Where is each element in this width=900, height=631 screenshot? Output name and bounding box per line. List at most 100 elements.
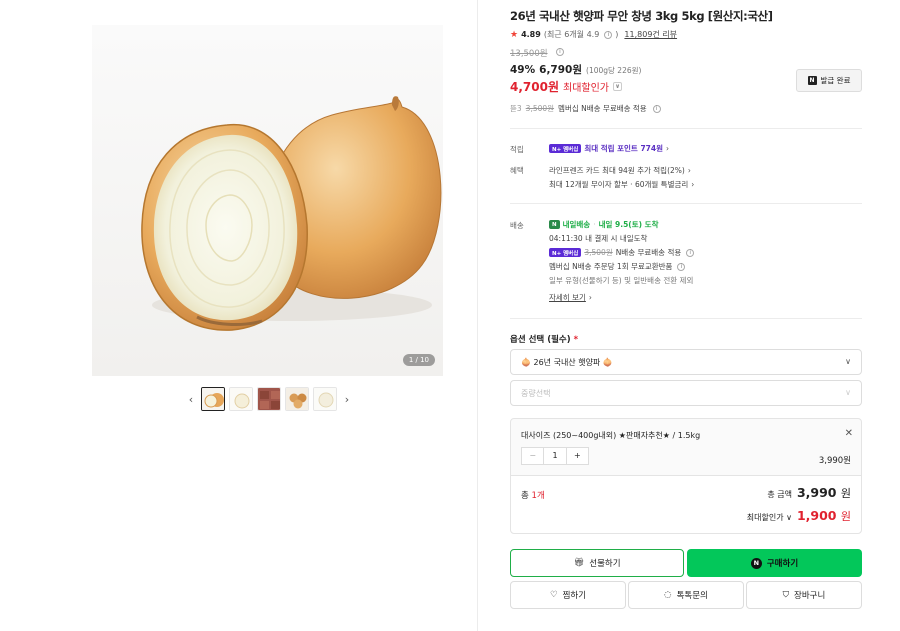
fast-delivery-text: 내일배송: [562, 220, 591, 229]
talktalk-button[interactable]: ◌ 톡톡문의: [628, 581, 744, 609]
product-main-image[interactable]: 1 / 10: [92, 25, 443, 376]
thumbnail-4[interactable]: [285, 387, 309, 411]
exchange-text: 멤버십 N배송 주문당 1회 무료교환반품: [549, 262, 673, 271]
gift-icon: 🎁︎: [573, 558, 585, 568]
max-discount-total-value: 1,900: [796, 508, 837, 523]
coupon-button-label: 발급 완료: [820, 76, 851, 85]
chevron-right-icon[interactable]: ›: [341, 393, 353, 406]
buy-button[interactable]: N 구매하기: [687, 549, 862, 577]
perk-card-text: 라인프렌즈 카드 최대 94원 추가 적립(2%): [549, 166, 685, 175]
wish-button-label: 찜하기: [562, 591, 587, 601]
divider: [510, 128, 862, 129]
points-label: 적립: [510, 145, 524, 154]
rating-row: ★ 4.89 (최근 6개월 4.9 i) 11,809건 리뷰: [510, 29, 678, 40]
quantity-minus-button[interactable]: −: [522, 448, 543, 464]
option-select-variety[interactable]: 🧅 26년 국내산 햇양파 🧅 ∨: [510, 349, 862, 375]
shipping-note-text: 멤버십 N배송 무료배송 적용: [558, 104, 647, 113]
naver-n-icon: N: [807, 76, 817, 85]
arrival-date: 내일 9.5(토) 도착: [598, 220, 659, 229]
selected-option-box: 대사이즈 (250~400g내외) ★판매자추천★ / 1.5kg ✕ − 1 …: [510, 418, 862, 534]
option-label-text: 옵션 선택 (필수): [510, 335, 571, 345]
wish-button[interactable]: ♡ 찜하기: [510, 581, 626, 609]
discount-rate: 49%: [510, 64, 536, 76]
product-title: 26년 국내산 햇양파 무안 창녕 3kg 5kg [원산지:국산]: [510, 9, 773, 23]
talktalk-button-label: 톡톡문의: [676, 591, 708, 601]
cart-button[interactable]: ⛉ 장바구니: [746, 581, 862, 609]
exchange-row: 멤버십 N배송 주문당 1회 무료교환반품 i: [549, 261, 686, 272]
option-label: 옵션 선택 (필수) *: [510, 333, 578, 345]
member-strike-price: 3,500원: [584, 248, 613, 257]
option-select-weight[interactable]: 중량선택 ∨: [510, 380, 862, 406]
rating-recent: (최근 6개월 4.9: [543, 30, 600, 39]
cutoff-row: 04:11:30 내 결제 시 내일도착: [549, 233, 647, 244]
chevron-right-icon: ›: [687, 166, 691, 175]
selected-option-price: 3,990원: [818, 456, 851, 466]
gift-button-label: 선물하기: [589, 559, 621, 569]
quantity-value[interactable]: 1: [543, 448, 567, 464]
info-icon[interactable]: i: [677, 262, 686, 271]
chevron-right-icon: ›: [691, 180, 695, 189]
chevron-left-icon[interactable]: ‹: [185, 393, 197, 406]
delivery-more-text: 자세히 보기: [549, 293, 586, 302]
member-delivery-text: N배송 무료배송 적용: [615, 248, 682, 257]
chevron-right-icon: ›: [588, 293, 592, 302]
exclude-text: 일부 유형(선물하기 등) 및 일반배송 전환 제외: [549, 276, 694, 285]
gift-button[interactable]: 🎁︎ 선물하기: [510, 549, 684, 577]
total-amount-unit: 원: [840, 487, 851, 500]
divider: [510, 318, 862, 319]
quantity-stepper: − 1 +: [521, 447, 589, 465]
perk-card[interactable]: 라인프렌즈 카드 최대 94원 추가 적립(2%) ›: [549, 165, 691, 176]
option-select-placeholder: 중량선택: [521, 388, 551, 398]
chevron-down-icon: ∨: [845, 388, 851, 397]
total-amount: 총 금액 3,990 원: [767, 485, 851, 501]
total-count: 총 1개: [521, 489, 545, 501]
naver-n-icon: N: [750, 557, 762, 569]
info-icon[interactable]: i: [604, 30, 613, 39]
total-prefix: 총: [521, 491, 529, 501]
cart-icon: ⛉: [782, 590, 790, 600]
review-count-link[interactable]: 11,809건 리뷰: [624, 29, 677, 40]
quantity-plus-button[interactable]: +: [567, 448, 588, 464]
chevron-down-icon[interactable]: ∨: [613, 82, 622, 91]
star-icon: ★: [510, 29, 519, 40]
thumbnail-1[interactable]: [201, 387, 225, 411]
max-discount-row[interactable]: 4,700원 최대할인가 ∨: [510, 78, 622, 95]
sale-price: 6,790원: [539, 64, 583, 76]
fast-delivery-row: N 내일배송 · 내일 9.5(토) 도착: [549, 219, 658, 230]
perks-label: 혜택: [510, 166, 524, 175]
heart-icon: ♡: [549, 590, 558, 600]
max-discount-value: 4,700원: [510, 80, 559, 94]
price-info-icon[interactable]: i: [556, 48, 564, 56]
points-row[interactable]: N+ 멤버십 최대 적립 포인트 774원 ›: [549, 143, 669, 154]
divider: [510, 203, 862, 204]
delivery-more-link[interactable]: 자세히 보기 ›: [549, 292, 592, 303]
close-icon[interactable]: ✕: [845, 428, 853, 439]
thumbnail-3[interactable]: [257, 387, 281, 411]
points-text: 최대 적립 포인트 774원: [584, 144, 664, 153]
thumbnail-5[interactable]: [313, 387, 337, 411]
selected-option-name: 대사이즈 (250~400g내외) ★판매자추천★ / 1.5kg: [521, 431, 701, 440]
unit-price: (100g당 226원): [586, 66, 642, 75]
buy-button-label: 구매하기: [766, 559, 799, 569]
info-icon[interactable]: i: [686, 248, 695, 257]
shipping-strike-price: 3,500원: [525, 104, 555, 113]
shipping-note: 뜯3 3,500원 멤버십 N배송 무료배송 적용 i: [510, 103, 661, 114]
shipping-prefix: 뜯3: [510, 104, 522, 113]
perk-installment[interactable]: 최대 12개월 무이자 할부 · 60개월 특별금리 ›: [549, 179, 694, 190]
original-price: 13,500원: [510, 49, 548, 59]
total-count-value: 1개: [531, 491, 545, 501]
membership-badge: N+ 멤버십: [549, 248, 582, 257]
sale-price-row: 49% 6,790원 (100g당 226원): [510, 62, 641, 77]
membership-badge: N+ 멤버십: [549, 144, 582, 153]
chevron-right-icon: ›: [666, 144, 670, 153]
exclude-row: 일부 유형(선물하기 등) 및 일반배송 전환 제외: [549, 275, 693, 286]
total-amount-value: 3,990: [796, 485, 837, 500]
max-discount-total-label: 최대할인가 ∨: [746, 513, 792, 522]
member-delivery-row: N+ 멤버십 3,500원 N배송 무료배송 적용 i: [549, 247, 695, 258]
thumbnail-2[interactable]: [229, 387, 253, 411]
max-discount-total[interactable]: 최대할인가 ∨ 1,900 원: [747, 508, 851, 524]
info-icon[interactable]: i: [652, 104, 661, 113]
chat-icon: ◌: [664, 590, 672, 600]
max-discount-total-unit: 원: [840, 510, 851, 523]
coupon-issued-button[interactable]: N 발급 완료: [796, 69, 862, 92]
